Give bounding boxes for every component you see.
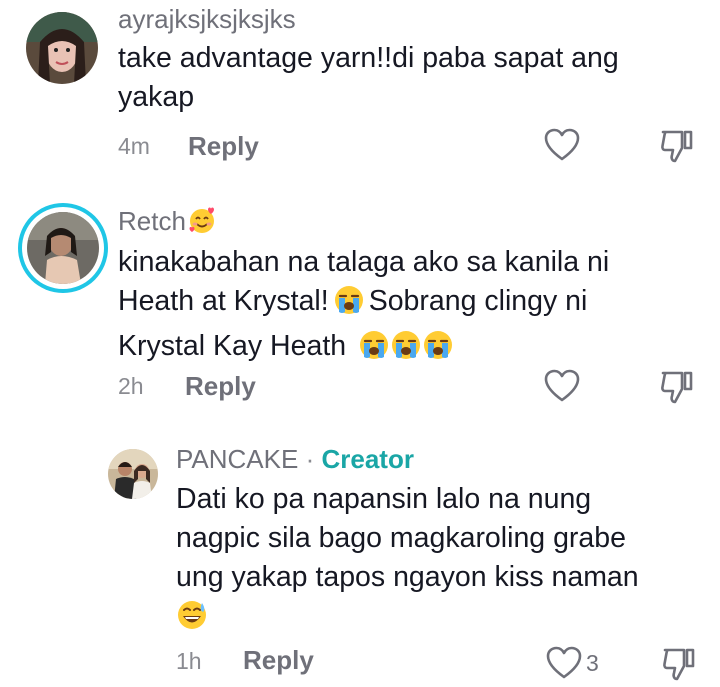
avatar[interactable] — [26, 12, 98, 84]
loudly-crying-face-emoji — [358, 329, 390, 372]
comment-text: kinakabahan na talaga ako sa kanila ni H… — [118, 243, 609, 372]
reply-time: 1h — [176, 648, 202, 674]
comment-line: ung yakap tapos ngayon kiss naman — [176, 561, 639, 593]
smiling-face-with-hearts-emoji — [187, 206, 217, 241]
reply-button[interactable]: Reply — [185, 371, 256, 402]
username-text: PANCAKE — [176, 444, 299, 474]
comment-time: 4m — [118, 133, 150, 159]
thumbs-down-outline-icon[interactable] — [660, 369, 694, 405]
heart-outline-icon[interactable] — [544, 128, 580, 162]
comment-line: yakap — [118, 81, 195, 113]
loudly-crying-face-emoji — [333, 284, 365, 327]
avatar-story-ring[interactable] — [18, 203, 108, 293]
creator-badge: Creator — [321, 444, 414, 474]
like-count: 3 — [586, 650, 599, 676]
comment-username[interactable]: ayrajksjksjksjks — [118, 4, 296, 35]
heart-outline-icon[interactable] — [546, 646, 582, 680]
reply-button[interactable]: Reply — [188, 131, 259, 162]
comment-line: Heath at Krystal! Sobrang clingy ni — [118, 282, 609, 327]
comment-username[interactable]: Retch — [118, 206, 217, 241]
avatar[interactable] — [108, 449, 158, 499]
comment-line — [176, 597, 639, 642]
username-text: Retch — [118, 206, 186, 236]
comment-line: Dati ko pa napansin lalo na nung — [176, 483, 592, 515]
comment-line-part: Krystal Kay Heath — [118, 330, 347, 362]
thumbs-down-outline-icon[interactable] — [662, 646, 696, 682]
loudly-crying-face-emoji — [422, 329, 454, 372]
comment-line: kinakabahan na talaga ako sa kanila ni — [118, 246, 610, 278]
comment-line-part: Heath at Krystal! — [118, 285, 329, 317]
reply-username[interactable]: PANCAKE · Creator — [176, 444, 414, 475]
comment-line: take advantage yarn!!di paba sapat ang — [118, 42, 619, 74]
comment-line: Krystal Kay Heath — [118, 327, 609, 372]
comment-line: nagpic sila bago magkaroling grabe — [176, 522, 626, 554]
comment-text: take advantage yarn!!di paba sapat ang y… — [118, 39, 619, 117]
reply-button[interactable]: Reply — [243, 645, 314, 676]
separator-dot: · — [305, 444, 315, 474]
thumbs-down-outline-icon[interactable] — [660, 128, 694, 164]
comment-line-part: Sobrang clingy ni — [368, 285, 588, 317]
heart-outline-icon[interactable] — [544, 369, 580, 403]
comment-time: 2h — [118, 373, 144, 399]
reply-text: Dati ko pa napansin lalo na nung nagpic … — [176, 480, 639, 642]
loudly-crying-face-emoji — [390, 329, 422, 372]
grinning-sweat-emoji — [176, 599, 208, 642]
